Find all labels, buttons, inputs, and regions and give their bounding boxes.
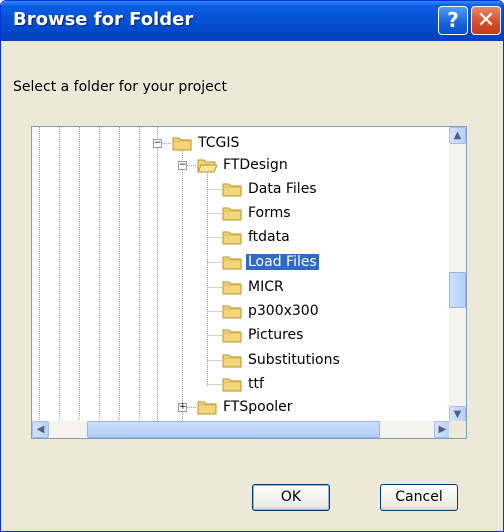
tree-item-ftspooler[interactable]: FTSpooler	[197, 397, 295, 417]
folder-icon	[222, 305, 242, 319]
tree-item-pictures[interactable]: Pictures	[222, 325, 305, 345]
tree-item-label: Data Files	[248, 181, 317, 197]
prompt-text: Select a folder for your project	[13, 79, 227, 95]
scrollbar-corner	[449, 421, 466, 438]
tree-item-p300x300[interactable]: p300x300	[222, 301, 321, 321]
collapse-ftdesign-toggle[interactable]: −	[178, 161, 187, 170]
tree-item-label: TCGIS	[198, 135, 240, 151]
scroll-left-button[interactable]: ◀	[32, 421, 49, 438]
tree-item-label: FTDesign	[223, 157, 288, 173]
folder-icon	[197, 401, 217, 415]
horizontal-scroll-thumb[interactable]	[87, 421, 380, 438]
tree-item-label: Pictures	[248, 327, 304, 343]
folder-tree[interactable]: − TCGIS − FTDesign Data Files Forms ftda…	[31, 126, 467, 439]
folder-icon	[172, 137, 192, 151]
tree-item-tcgis[interactable]: TCGIS	[172, 133, 241, 153]
tree-item-label: ftdata	[248, 229, 290, 245]
cancel-button[interactable]: Cancel	[380, 484, 458, 511]
folder-icon	[222, 231, 242, 245]
ok-button[interactable]: OK	[252, 484, 330, 511]
folder-icon	[222, 207, 242, 221]
tree-item-forms[interactable]: Forms	[222, 203, 293, 223]
folder-icon	[222, 256, 242, 270]
folder-icon	[222, 354, 242, 368]
vertical-scroll-thumb[interactable]	[449, 272, 466, 308]
tree-item-ftdata[interactable]: ftdata	[222, 227, 292, 247]
expand-ftspooler-toggle[interactable]: +	[178, 403, 187, 412]
tree-item-label: FTSpooler	[223, 399, 293, 415]
tree-item-data-files[interactable]: Data Files	[222, 179, 319, 199]
tree-item-label: Forms	[248, 205, 291, 221]
scroll-up-button[interactable]: ▲	[449, 127, 466, 144]
title-bar[interactable]: Browse for Folder ? ✕	[1, 1, 503, 41]
tree-item-substitutions[interactable]: Substitutions	[222, 350, 342, 370]
vertical-scrollbar[interactable]: ▲ ▼	[449, 127, 466, 423]
folder-icon	[222, 183, 242, 197]
tree-item-label-selected: Load Files	[246, 254, 319, 270]
tree-item-label: p300x300	[248, 303, 319, 319]
folder-icon	[222, 281, 242, 295]
folder-open-icon	[197, 159, 217, 173]
tree-item-label: ttf	[248, 376, 264, 392]
tree-item-ttf[interactable]: ttf	[222, 374, 266, 394]
tree-item-load-files[interactable]: Load Files	[222, 252, 319, 272]
tree-item-ftdesign[interactable]: FTDesign	[197, 155, 290, 175]
close-button[interactable]: ✕	[471, 6, 501, 35]
help-button[interactable]: ?	[438, 6, 468, 35]
browse-folder-dialog: Browse for Folder ? ✕ Select a folder fo…	[0, 0, 504, 532]
tree-item-label: Substitutions	[248, 352, 340, 368]
folder-icon	[222, 329, 242, 343]
collapse-tcgis-toggle[interactable]: −	[153, 139, 162, 148]
tree-item-micr[interactable]: MICR	[222, 277, 286, 297]
folder-icon	[222, 378, 242, 392]
tree-item-label: MICR	[248, 279, 284, 295]
window-title: Browse for Folder	[13, 9, 194, 30]
horizontal-scrollbar[interactable]: ◀ ▶	[32, 421, 451, 438]
